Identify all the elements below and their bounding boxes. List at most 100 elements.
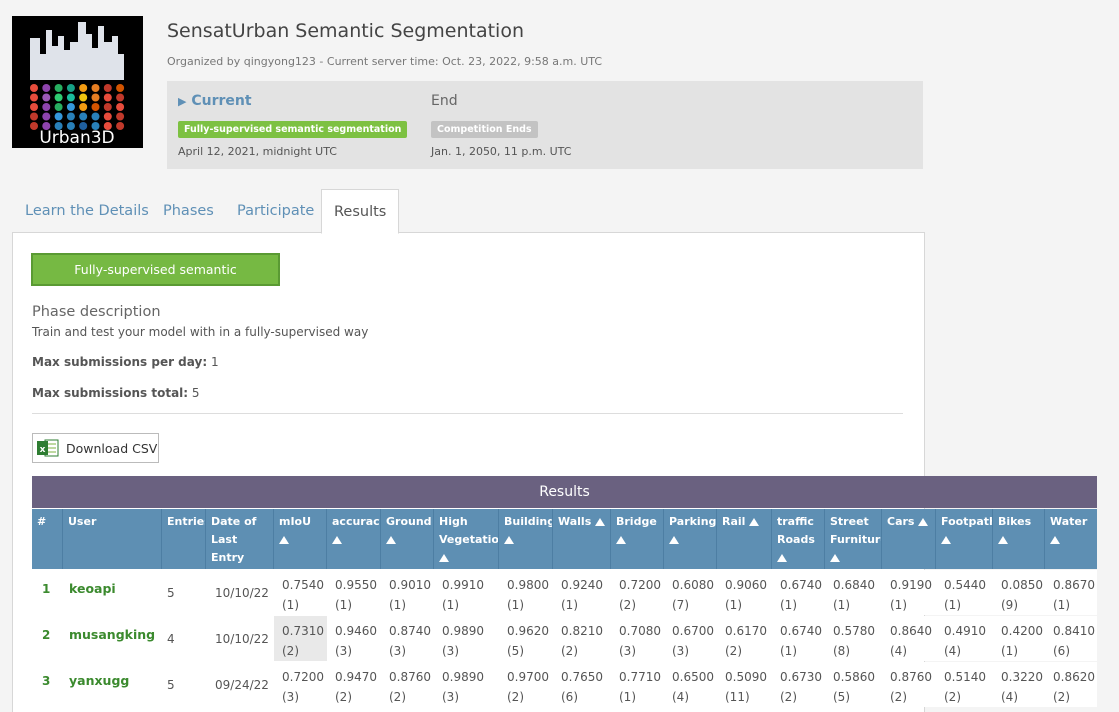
entries-cell: 4: [167, 632, 175, 646]
column-header-walls[interactable]: Walls: [553, 509, 611, 569]
score-rank: (3): [442, 644, 459, 658]
tab-participate[interactable]: Participate: [237, 189, 314, 233]
excel-icon: x: [37, 439, 59, 457]
score-rank: (2): [725, 644, 742, 658]
column-header-cars[interactable]: Cars: [882, 509, 936, 569]
score-cell: 0.7650 (6): [553, 662, 611, 707]
score-rank: (3): [282, 690, 299, 704]
score-rank: (4): [672, 690, 689, 704]
score-value: 0.9800: [507, 578, 549, 592]
score-cell: 0.7540 (1): [274, 570, 327, 615]
column-header-street-furniture[interactable]: Street Furniture: [825, 509, 882, 569]
score-value: 0.9240: [561, 578, 603, 592]
column-header-bikes[interactable]: Bikes: [993, 509, 1045, 569]
column-header-label: accuracy: [332, 515, 380, 528]
score-value: 0.9620: [507, 624, 549, 638]
sort-asc-icon[interactable]: [279, 536, 289, 544]
user-link[interactable]: keoapi: [63, 570, 162, 615]
max-submissions-total: Max submissions total: 5: [32, 386, 200, 400]
score-cell: 0.9060 (1): [717, 570, 772, 615]
column-header-miou[interactable]: mIoU: [274, 509, 327, 569]
phase-end-title: End: [431, 93, 458, 109]
sort-asc-icon[interactable]: [998, 536, 1008, 544]
svg-text:x: x: [40, 445, 46, 455]
download-csv-button[interactable]: x Download CSV: [32, 433, 159, 463]
score-cell: 0.7200 (3): [274, 662, 327, 707]
score-cell: 0.7710 (1): [611, 662, 664, 707]
sort-asc-icon[interactable]: [595, 518, 606, 526]
score-value: 0.6740: [780, 578, 822, 592]
sort-asc-icon[interactable]: [616, 536, 626, 544]
column-header-label: Cars: [887, 515, 915, 528]
score-value: 0.7080: [619, 624, 661, 638]
score-value: 0.4200: [1001, 624, 1043, 638]
sort-asc-icon[interactable]: [332, 536, 342, 544]
score-cell: 0.5440 (1): [936, 570, 993, 615]
score-value: 0.9550: [335, 578, 377, 592]
score-value: 0.6840: [833, 578, 875, 592]
score-cell: 0.5140 (2): [936, 662, 993, 707]
score-value: 0.6170: [725, 624, 767, 638]
phase-end-badge: Competition Ends: [431, 121, 538, 138]
sort-asc-icon[interactable]: [941, 536, 951, 544]
column-header-bridge[interactable]: Bridge: [611, 509, 664, 569]
phase-current-title: Current: [191, 93, 252, 109]
column-header-footpath[interactable]: Footpath: [936, 509, 993, 569]
column-header-high-vegetation[interactable]: High Vegetation: [434, 509, 499, 569]
column-header-ground[interactable]: Ground: [381, 509, 434, 569]
column-header-rail[interactable]: Rail: [717, 509, 772, 569]
column-header-accuracy[interactable]: accuracy: [327, 509, 381, 569]
score-cell: 0.8760 (2): [381, 662, 434, 707]
phase-current-date: April 12, 2021, midnight UTC: [178, 145, 337, 158]
score-cell: 0.4200 (1): [993, 616, 1045, 661]
user-link[interactable]: musangking: [63, 616, 162, 661]
sort-asc-icon[interactable]: [1050, 536, 1060, 544]
tab-learn-the-details[interactable]: Learn the Details: [25, 189, 149, 233]
column-header-label: Entries: [167, 515, 205, 528]
score-cell: 0.6740 (1): [772, 570, 825, 615]
sort-asc-icon[interactable]: [830, 554, 840, 562]
phases-summary: ▶ Current Fully-supervised semantic segm…: [167, 81, 923, 169]
column-header-buildings[interactable]: Buildings: [499, 509, 553, 569]
sort-asc-icon[interactable]: [918, 518, 929, 526]
column-header-parking[interactable]: Parking: [664, 509, 717, 569]
score-value: 0.5090: [725, 670, 767, 684]
tab-results[interactable]: Results: [321, 189, 400, 234]
score-rank: (2): [282, 644, 299, 658]
score-value: 0.9460: [335, 624, 377, 638]
score-value: 0.6730: [780, 670, 822, 684]
score-value: 0.8670: [1053, 578, 1095, 592]
score-rank: (4): [944, 644, 961, 658]
score-rank: (6): [561, 690, 578, 704]
column-header-water[interactable]: Water: [1045, 509, 1097, 569]
column-header-label: mIoU: [279, 515, 312, 528]
entries-cell: 5: [167, 586, 175, 600]
logo-text: Urban3D: [39, 128, 114, 148]
tab-phases[interactable]: Phases: [163, 189, 214, 233]
score-rank: (2): [389, 690, 406, 704]
sort-asc-icon[interactable]: [669, 536, 679, 544]
page-title: SensatUrban Semantic Segmentation: [167, 20, 524, 42]
user-link[interactable]: yanxugg: [63, 662, 162, 707]
sort-asc-icon[interactable]: [386, 536, 396, 544]
score-value: 0.8410: [1053, 624, 1095, 638]
column-header-: #: [32, 509, 63, 569]
score-cell: 0.6080 (7): [664, 570, 717, 615]
column-header-label: Walls: [558, 515, 592, 528]
sort-asc-icon[interactable]: [439, 554, 449, 562]
column-header-traffic-roads[interactable]: traffic Roads: [772, 509, 825, 569]
last-entry-date-cell: 10/10/22: [215, 632, 269, 646]
score-rank: (2): [507, 690, 524, 704]
score-rank: (3): [442, 690, 459, 704]
phase-select-button[interactable]: Fully-supervised semantic segmentation: [31, 253, 280, 306]
score-rank: (5): [507, 644, 524, 658]
score-rank: (3): [335, 644, 352, 658]
column-header-label: Water: [1050, 515, 1088, 528]
sort-asc-icon[interactable]: [777, 554, 787, 562]
sort-asc-icon[interactable]: [504, 536, 514, 544]
column-header-label: High Vegetation: [439, 515, 499, 546]
score-rank: (2): [561, 644, 578, 658]
score-rank: (1): [780, 598, 797, 612]
sort-asc-icon[interactable]: [749, 518, 760, 526]
score-cell: 0.8620 (2): [1045, 662, 1097, 707]
